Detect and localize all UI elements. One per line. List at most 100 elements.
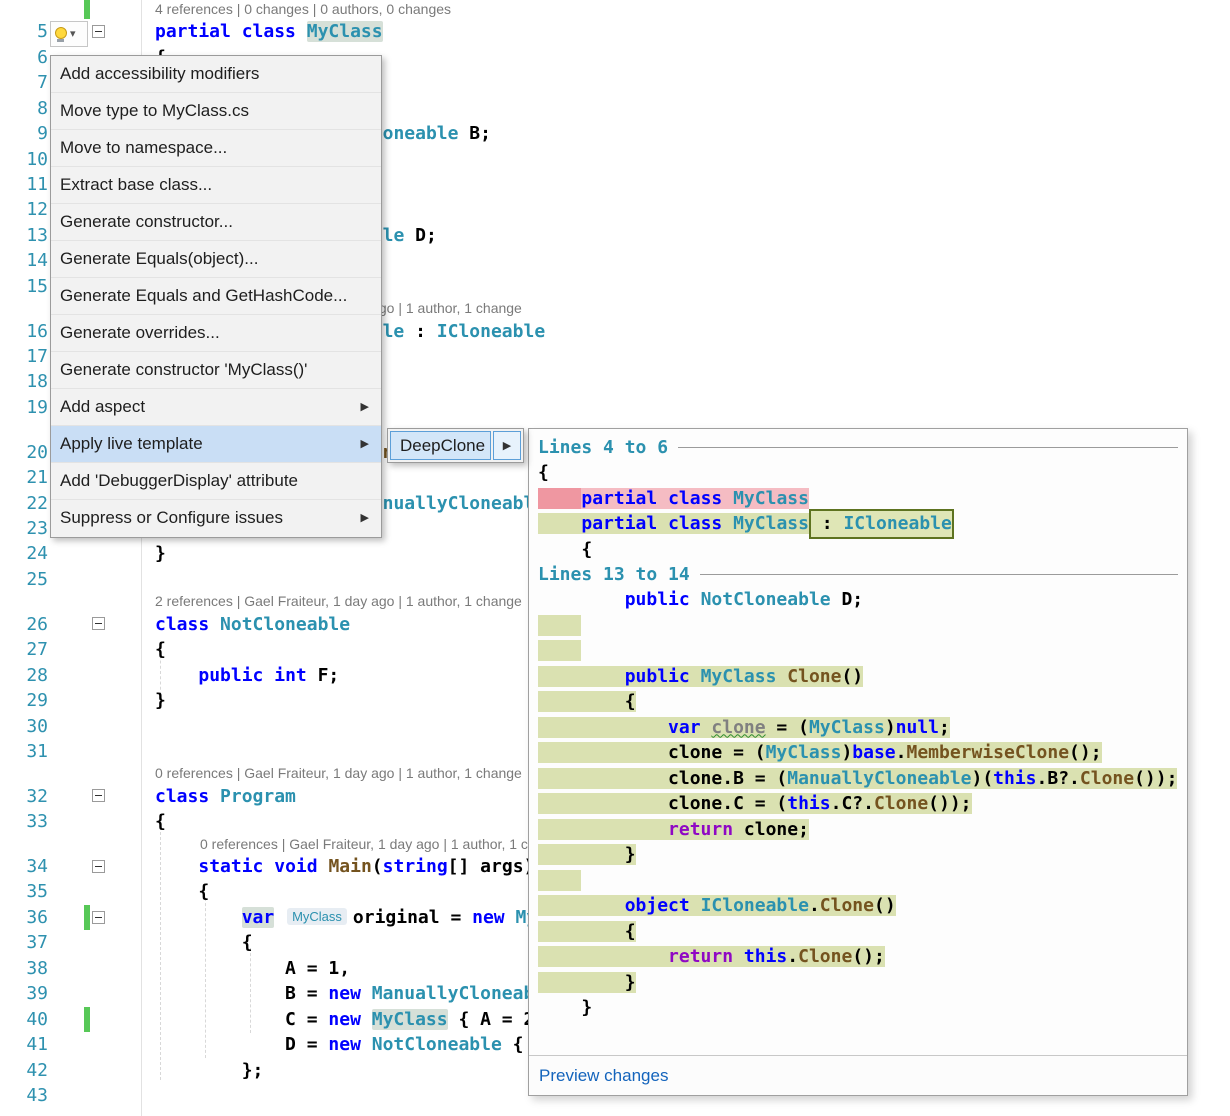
line-number: 31 — [0, 739, 48, 764]
code-text: partial class MyClass — [155, 19, 383, 44]
line-number: 37 — [0, 930, 48, 955]
menu-item-label: Generate overrides... — [60, 323, 220, 342]
preview-code-line: public MyClass Clone() — [538, 664, 1178, 690]
line-number: 14 — [0, 248, 48, 273]
fold-collapse-box[interactable] — [92, 860, 105, 873]
change-indicator — [84, 905, 90, 930]
submenu-arrow-icon: ▶ — [361, 500, 369, 536]
menu-item[interactable]: Suppress or Configure issues ▶ — [51, 500, 381, 537]
line-number: 20 — [0, 440, 48, 465]
diff-section-header: Lines 13 to 14 — [538, 562, 1178, 587]
code-text: class Program — [155, 784, 296, 809]
code-text: var MyClassoriginal = new MyClass — [155, 905, 591, 930]
diff-section-title: Lines 13 to 14 — [538, 562, 690, 587]
submenu-arrow-icon: ▶ — [361, 389, 369, 425]
menu-item[interactable]: Extract base class... — [51, 167, 381, 204]
menu-item[interactable]: Generate constructor... — [51, 204, 381, 241]
line-number: 17 — [0, 344, 48, 369]
preview-code-line: { — [538, 460, 1178, 486]
code-line[interactable]: 5partial class MyClass — [0, 19, 1230, 44]
menu-item[interactable]: Apply live template ▶ — [51, 426, 381, 463]
fold-collapse-box[interactable] — [92, 789, 105, 802]
codelens-text: 0 references | Gael Fraiteur, 1 day ago … — [155, 764, 522, 783]
fold-collapse-box[interactable] — [92, 25, 105, 38]
menu-item[interactable]: Add aspect▶ — [51, 389, 381, 426]
menu-item[interactable]: Add 'DebuggerDisplay' attribute — [51, 463, 381, 500]
diff-section-header: Lines 4 to 6 — [538, 435, 1178, 460]
menu-item-label: Generate Equals(object)... — [60, 249, 258, 268]
submenu-item-deepclone[interactable]: DeepClone — [390, 431, 491, 460]
line-number: 18 — [0, 369, 48, 394]
line-number: 43 — [0, 1083, 48, 1108]
menu-item[interactable]: Generate overrides... — [51, 315, 381, 352]
inline-type-hint: MyClass — [287, 908, 347, 925]
line-number: 7 — [0, 70, 48, 95]
preview-code-line: public NotCloneable D; — [538, 587, 1178, 613]
change-indicator — [84, 0, 90, 19]
preview-code-line — [538, 868, 1178, 894]
preview-footer: Preview changes — [529, 1055, 1187, 1095]
menu-item[interactable]: Add accessibility modifiers — [51, 56, 381, 93]
preview-code-line: } — [538, 842, 1178, 868]
preview-code-line: clone.C = (this.C?.Clone()); — [538, 791, 1178, 817]
menu-item[interactable]: Generate Equals(object)... — [51, 241, 381, 278]
submenu-arrow-icon: ▶ — [361, 426, 369, 462]
line-number: 29 — [0, 688, 48, 713]
line-number: 36 — [0, 905, 48, 930]
line-number: 30 — [0, 714, 48, 739]
codelens-row[interactable]: 4 references | 0 changes | 0 authors, 0 … — [0, 0, 1230, 19]
line-number: 25 — [0, 567, 48, 592]
code-text: public int F; — [155, 663, 339, 688]
line-number: 34 — [0, 854, 48, 879]
context-menu: Add accessibility modifiers Move type to … — [50, 55, 382, 538]
menu-item-label: Generate Equals and GetHashCode... — [60, 286, 347, 305]
fold-collapse-box[interactable] — [92, 911, 105, 924]
line-number: 8 — [0, 96, 48, 121]
menu-item[interactable]: Move type to MyClass.cs — [51, 93, 381, 130]
line-number: 10 — [0, 147, 48, 172]
codelens-text: 0 references | Gael Fraiteur, 1 day ago … — [200, 835, 567, 854]
preview-code-line: return clone; — [538, 817, 1178, 843]
code-text: { — [155, 930, 253, 955]
submenu-item-label: DeepClone — [400, 436, 485, 456]
line-number: 42 — [0, 1058, 48, 1083]
line-number: 28 — [0, 663, 48, 688]
preview-code-line: } — [538, 970, 1178, 996]
line-number: 23 — [0, 516, 48, 541]
line-number: 9 — [0, 121, 48, 146]
menu-item-label: Apply live template — [60, 434, 203, 453]
menu-item[interactable]: Generate Equals and GetHashCode... — [51, 278, 381, 315]
live-template-submenu: DeepClone ▶ — [387, 428, 524, 463]
code-text: class NotCloneable — [155, 612, 350, 637]
menu-item-label: Suppress or Configure issues — [60, 508, 283, 527]
line-number: 15 — [0, 274, 48, 299]
menu-item[interactable]: Move to namespace... — [51, 130, 381, 167]
fold-collapse-box[interactable] — [92, 617, 105, 630]
line-number: 19 — [0, 395, 48, 420]
line-number: 13 — [0, 223, 48, 248]
menu-item-label: Extract base class... — [60, 175, 212, 194]
submen u-expand-button[interactable]: ▶ — [493, 431, 521, 460]
preview-code-line: partial class MyClass : ICloneable — [538, 511, 1178, 537]
line-number: 40 — [0, 1007, 48, 1032]
menu-item-label: Generate constructor... — [60, 212, 233, 231]
submenu-arrow-icon: ▶ — [503, 439, 511, 452]
menu-item-label: Move type to MyClass.cs — [60, 101, 249, 120]
preview-code-line: return this.Clone(); — [538, 944, 1178, 970]
codelens-text: 2 references | Gael Fraiteur, 1 day ago … — [155, 592, 522, 611]
line-number: 24 — [0, 541, 48, 566]
codelens-text: 4 references | 0 changes | 0 authors, 0 … — [155, 0, 451, 19]
preview-pane: Lines 4 to 6{ partial class MyClass part… — [528, 428, 1188, 1096]
menu-item[interactable]: Generate constructor 'MyClass()' — [51, 352, 381, 389]
line-number: 21 — [0, 465, 48, 490]
line-number: 39 — [0, 981, 48, 1006]
line-number: 38 — [0, 956, 48, 981]
preview-code-line: { — [538, 537, 1178, 563]
line-number: 35 — [0, 879, 48, 904]
preview-changes-link[interactable]: Preview changes — [539, 1066, 668, 1086]
menu-item-label: Generate constructor 'MyClass()' — [60, 360, 307, 379]
line-number: 16 — [0, 319, 48, 344]
line-number: 32 — [0, 784, 48, 809]
diff-section-rule — [678, 447, 1178, 448]
quick-actions-button[interactable]: ▾ — [50, 21, 88, 47]
